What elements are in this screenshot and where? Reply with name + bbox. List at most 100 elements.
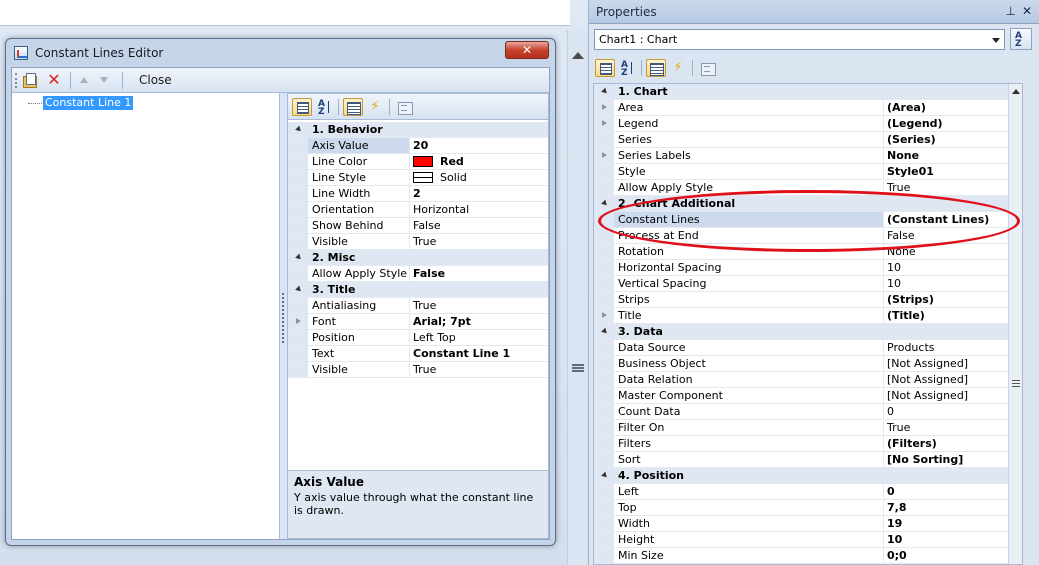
collapse-icon[interactable] [288, 250, 308, 265]
property-value[interactable]: (Strips) [884, 292, 1009, 307]
property-pages-icon[interactable] [697, 59, 717, 77]
property-row[interactable]: Strips (Strips) [594, 292, 1009, 308]
alphabetical-sort-button[interactable]: A Z [1010, 28, 1032, 50]
expand-icon[interactable] [594, 100, 614, 115]
property-value[interactable]: Horizontal [410, 202, 548, 217]
dialog-close-button[interactable]: ✕ [505, 41, 549, 59]
property-row[interactable]: Position Left Top [288, 330, 548, 346]
property-value[interactable]: Style01 [884, 164, 1009, 179]
vertical-scrollbar[interactable] [567, 30, 587, 565]
property-value[interactable]: True [884, 420, 1009, 435]
expand-icon[interactable] [594, 116, 614, 131]
property-row[interactable]: Height 10 [594, 532, 1009, 548]
property-value[interactable]: 10 [884, 532, 1009, 547]
collapse-icon[interactable] [594, 324, 614, 339]
move-down-icon[interactable] [100, 77, 108, 83]
property-value[interactable]: 20 [410, 138, 548, 153]
property-value[interactable]: True [410, 362, 548, 377]
property-value[interactable]: (Filters) [884, 436, 1009, 451]
events-view-icon[interactable]: ⚡ [668, 59, 688, 77]
property-value[interactable]: False [410, 218, 548, 233]
property-row[interactable]: Left 0 [594, 484, 1009, 500]
chevron-down-icon[interactable] [992, 38, 1000, 43]
property-value[interactable]: [Not Assigned] [884, 388, 1009, 403]
panel-splitter[interactable] [282, 293, 285, 343]
property-value[interactable]: 0 [884, 404, 1009, 419]
property-value[interactable]: [No Sorting] [884, 452, 1009, 467]
collapse-icon[interactable] [288, 122, 308, 137]
property-value[interactable]: (Legend) [884, 116, 1009, 131]
property-row[interactable]: Allow Apply Style False [288, 266, 548, 282]
property-pages-icon[interactable] [394, 98, 414, 116]
property-row[interactable]: Series (Series) [594, 132, 1009, 148]
pin-icon[interactable]: ⊥ [1006, 4, 1016, 18]
property-value[interactable]: 7,8 [884, 500, 1009, 515]
collapse-icon[interactable] [288, 282, 308, 297]
properties-scrollbar[interactable] [1008, 84, 1022, 564]
category-row[interactable]: 1. Behavior [288, 122, 548, 138]
properties-view-icon[interactable] [343, 98, 363, 116]
property-row[interactable]: Top 7,8 [594, 500, 1009, 516]
tree-item-constant-line[interactable]: Constant Line 1 [43, 96, 134, 110]
property-value[interactable]: False [884, 228, 1009, 243]
property-value[interactable]: Constant Line 1 [410, 346, 548, 361]
object-selector[interactable]: Chart1 : Chart [594, 29, 1005, 50]
property-value[interactable]: False [410, 266, 548, 281]
property-value[interactable]: Arial; 7pt [410, 314, 548, 329]
property-row[interactable]: Legend (Legend) [594, 116, 1009, 132]
property-row[interactable]: Title (Title) [594, 308, 1009, 324]
property-value[interactable]: Solid [410, 170, 548, 185]
property-row[interactable]: Visible True [288, 362, 548, 378]
property-row[interactable]: Font Arial; 7pt [288, 314, 548, 330]
property-row[interactable]: Vertical Spacing 10 [594, 276, 1009, 292]
property-row[interactable]: Business Object [Not Assigned] [594, 356, 1009, 372]
property-value[interactable]: 10 [884, 260, 1009, 275]
property-row[interactable]: Min Size 0;0 [594, 548, 1009, 564]
property-value[interactable]: (Constant Lines) [884, 212, 1009, 227]
property-value[interactable]: [Not Assigned] [884, 372, 1009, 387]
property-value[interactable]: Left Top [410, 330, 548, 345]
category-row[interactable]: 2. Chart Additional [594, 196, 1009, 212]
alphabetical-sort-icon[interactable]: A Z [617, 59, 637, 78]
constant-lines-tree[interactable]: Constant Line 1 [12, 93, 280, 539]
property-value[interactable]: Red [410, 154, 548, 169]
property-row[interactable]: Style Style01 [594, 164, 1009, 180]
property-value[interactable]: 2 [410, 186, 548, 201]
property-value[interactable]: 0;0 [884, 548, 1009, 563]
property-row[interactable]: Rotation None [594, 244, 1009, 260]
property-row[interactable]: Filter On True [594, 420, 1009, 436]
property-row[interactable]: Count Data 0 [594, 404, 1009, 420]
property-row[interactable]: Orientation Horizontal [288, 202, 548, 218]
property-row[interactable]: Data Relation [Not Assigned] [594, 372, 1009, 388]
events-view-icon[interactable]: ⚡ [365, 98, 385, 116]
category-row[interactable]: 3. Title [288, 282, 548, 298]
property-value[interactable]: 19 [884, 516, 1009, 531]
property-value[interactable]: Products [884, 340, 1009, 355]
property-row[interactable]: Axis Value 20 [288, 138, 548, 154]
dialog-title-bar[interactable]: Constant Lines Editor ✕ [6, 39, 555, 67]
property-value[interactable]: None [884, 244, 1009, 259]
property-value[interactable]: None [884, 148, 1009, 163]
property-row[interactable]: Constant Lines (Constant Lines) [594, 212, 1009, 228]
category-row[interactable]: 1. Chart [594, 84, 1009, 100]
category-row[interactable]: 3. Data [594, 324, 1009, 340]
property-value[interactable]: (Area) [884, 100, 1009, 115]
category-row[interactable]: 4. Position [594, 468, 1009, 484]
expand-icon[interactable] [288, 314, 308, 329]
property-row[interactable]: Filters (Filters) [594, 436, 1009, 452]
close-icon[interactable]: ✕ [1022, 4, 1032, 18]
property-value[interactable]: 10 [884, 276, 1009, 291]
property-row[interactable]: Horizontal Spacing 10 [594, 260, 1009, 276]
alphabetical-sort-icon[interactable]: A Z [314, 98, 334, 117]
expand-icon[interactable] [594, 308, 614, 323]
property-row[interactable]: Sort [No Sorting] [594, 452, 1009, 468]
scroll-grip-icon[interactable] [1012, 380, 1020, 387]
property-row[interactable]: Line Width 2 [288, 186, 548, 202]
property-row[interactable]: Antialiasing True [288, 298, 548, 314]
property-value[interactable]: [Not Assigned] [884, 356, 1009, 371]
property-row[interactable]: Master Component [Not Assigned] [594, 388, 1009, 404]
property-value[interactable]: True [410, 298, 548, 313]
add-line-icon[interactable] [22, 72, 38, 88]
property-row[interactable]: Show Behind False [288, 218, 548, 234]
property-value[interactable]: 0 [884, 484, 1009, 499]
